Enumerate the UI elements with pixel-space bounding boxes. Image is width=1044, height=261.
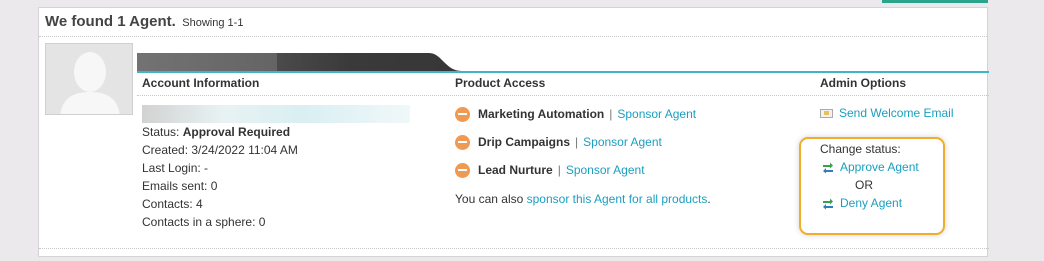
- column-header-admin: Admin Options: [820, 76, 906, 90]
- deny-agent-link[interactable]: Deny Agent: [840, 196, 902, 210]
- product-name: Lead Nurture: [478, 163, 553, 177]
- sponsor-all-prefix: You can also: [455, 192, 524, 206]
- account-emails-sent: Emails sent: 0: [142, 179, 218, 193]
- avatar-silhouette-icon: [46, 44, 132, 114]
- column-header-divider: [137, 95, 989, 96]
- account-status-label: Status:: [142, 125, 180, 139]
- account-contacts: Contacts: 4: [142, 197, 203, 211]
- row-bottom-divider: [39, 248, 989, 249]
- account-created: Created: 3/24/2022 11:04 AM: [142, 143, 298, 157]
- deny-agent-row: Deny Agent: [822, 196, 902, 210]
- sponsor-all-products-link[interactable]: sponsor this Agent for all products: [527, 192, 708, 206]
- remove-product-icon[interactable]: [455, 134, 470, 150]
- name-bar-underline: [137, 71, 989, 73]
- remove-product-icon[interactable]: [455, 106, 470, 122]
- product-name: Marketing Automation: [478, 107, 605, 121]
- sponsor-all-text: You can also sponsor this Agent for all …: [455, 192, 711, 206]
- agent-results-panel: We found 1 Agent. Showing 1-1 Account In…: [38, 7, 989, 257]
- product-name: Drip Campaigns: [478, 135, 571, 149]
- column-header-product: Product Access: [455, 76, 546, 90]
- account-status-value: Approval Required: [182, 125, 291, 139]
- separator: |: [609, 107, 613, 121]
- product-row-drip-campaigns: Drip Campaigns | Sponsor Agent: [455, 133, 662, 151]
- send-welcome-email-link[interactable]: Send Welcome Email: [839, 106, 954, 120]
- column-header-account: Account Information: [142, 76, 260, 90]
- approve-agent-row: Approve Agent: [822, 160, 919, 174]
- swap-status-icon: [823, 162, 833, 173]
- separator: |: [557, 163, 561, 177]
- remove-product-icon[interactable]: [455, 162, 470, 178]
- top-accent-bar: [882, 0, 988, 3]
- envelope-icon: [820, 108, 833, 118]
- sponsor-agent-link[interactable]: Sponsor Agent: [566, 163, 645, 177]
- separator: |: [575, 135, 579, 149]
- sponsor-all-suffix: .: [707, 192, 711, 206]
- results-title: We found 1 Agent.: [45, 13, 176, 30]
- approve-agent-link[interactable]: Approve Agent: [840, 160, 919, 174]
- sponsor-agent-link[interactable]: Sponsor Agent: [583, 135, 662, 149]
- product-row-marketing-automation: Marketing Automation | Sponsor Agent: [455, 105, 696, 123]
- change-status-label: Change status:: [820, 142, 901, 156]
- account-status: Status: Approval Required: [142, 125, 290, 139]
- account-contacts-sphere: Contacts in a sphere: 0: [142, 215, 266, 229]
- agent-name-bar: [137, 53, 989, 73]
- header-divider: [39, 36, 987, 37]
- or-label: OR: [855, 178, 873, 192]
- results-header: We found 1 Agent. Showing 1-1: [45, 13, 243, 31]
- redacted-agent-info: [142, 105, 410, 123]
- swap-status-icon: [823, 198, 833, 209]
- product-row-lead-nurture: Lead Nurture | Sponsor Agent: [455, 161, 645, 179]
- sponsor-agent-link[interactable]: Sponsor Agent: [617, 107, 696, 121]
- account-last-login: Last Login: -: [142, 161, 209, 175]
- send-welcome-email-row: Send Welcome Email: [820, 106, 954, 120]
- results-count: Showing 1-1: [182, 17, 244, 29]
- agent-avatar: [45, 43, 133, 115]
